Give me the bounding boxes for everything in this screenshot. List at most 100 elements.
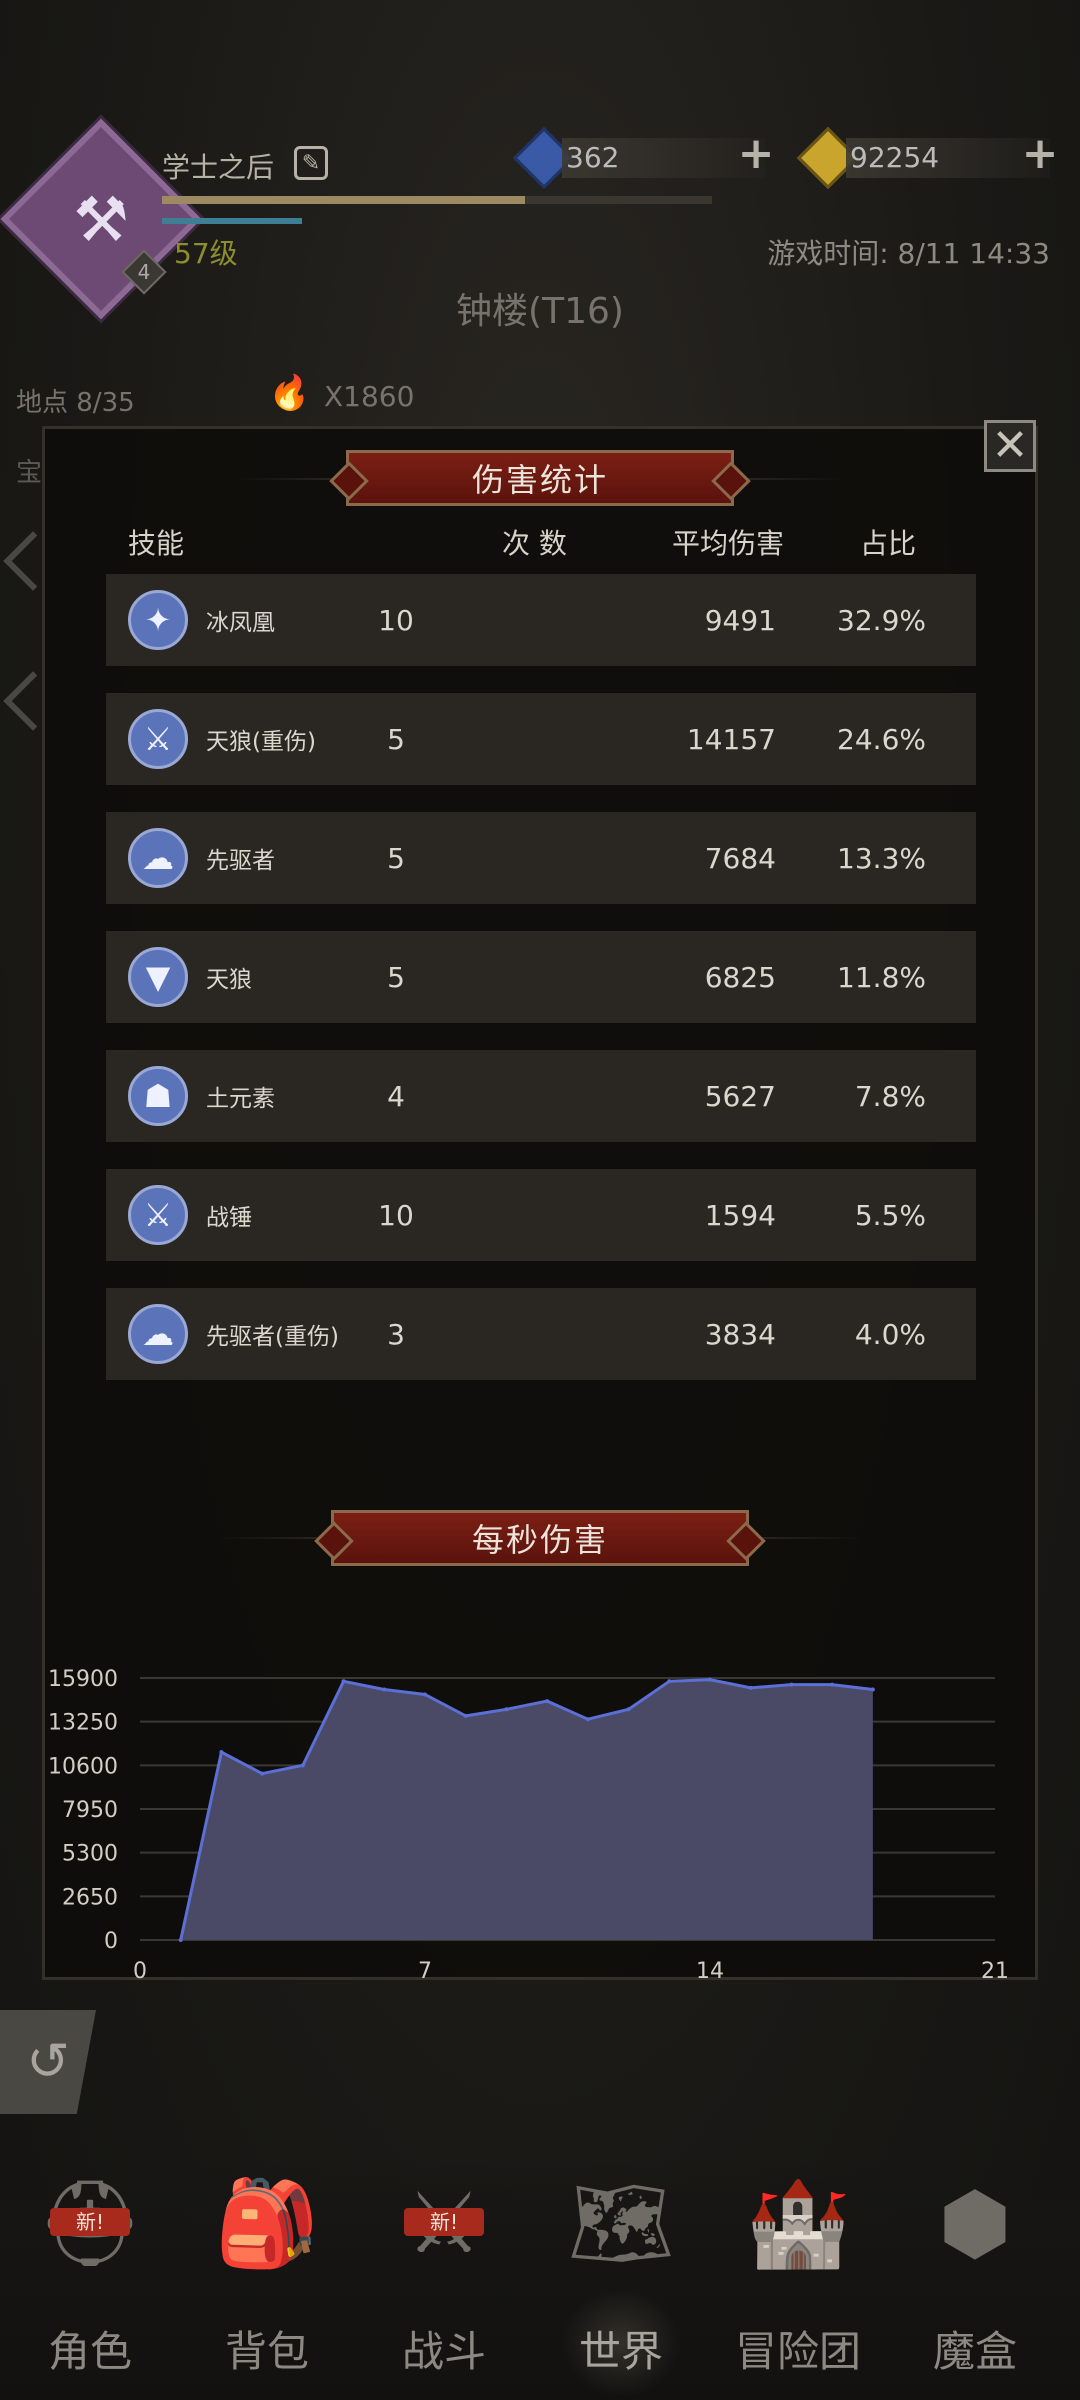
skill-percent: 4.0% (854, 1317, 926, 1351)
y-tick-label: 13250 (48, 1711, 118, 1736)
edit-name-icon[interactable]: ✎ (294, 146, 328, 180)
waypoint-count: 地点 8/35 (16, 388, 135, 418)
x-tick-label: 0 (133, 1959, 147, 1984)
skill-percent: 7.8% (854, 1079, 926, 1113)
skill-count: 10 (378, 1198, 414, 1232)
skill-row: ⚔ 天狼(重伤) 5 14157 24.6% (106, 693, 976, 785)
map-icon: 🗺 (567, 2173, 675, 2272)
y-tick-label: 10600 (48, 1754, 118, 1779)
skill-percent: 13.3% (837, 841, 926, 875)
skill-count: 5 (387, 722, 405, 756)
nav-label: 背包 (224, 2327, 309, 2376)
y-tick-label: 5300 (62, 1842, 118, 1867)
player-level: 57级 (174, 237, 238, 270)
earth-elemental-icon: ☗ (128, 1066, 188, 1126)
dps-point (789, 1682, 794, 1687)
dps-point (178, 1938, 183, 1942)
new-badge: 新! (404, 2208, 484, 2236)
game-time: 游戏时间: 8/11 14:33 (767, 237, 1050, 270)
dps-point (545, 1699, 550, 1704)
dps-point (300, 1763, 305, 1768)
close-icon: ✕ (991, 420, 1029, 471)
experience-fill (162, 196, 525, 204)
add-gold-button[interactable]: + (1020, 132, 1060, 176)
nav-item-3[interactable]: 🗺 世界 (541, 2168, 701, 2398)
skill-avg-damage: 9491 (704, 603, 776, 637)
skill-name: 土元素 (206, 1086, 275, 1112)
experience-bar (162, 196, 712, 204)
nav-label: 角色 (47, 2327, 132, 2376)
header-avg-damage: 平均伤害 (672, 527, 785, 560)
skill-name: 战锤 (206, 1205, 252, 1231)
torch-count: X1860 (324, 380, 415, 413)
header-count: 次 数 (502, 527, 567, 560)
dps-point (585, 1717, 590, 1722)
fangs-icon: ▼ (128, 947, 188, 1007)
skill-row: ▼ 天狼 5 6825 11.8% (106, 931, 976, 1023)
dps-point (626, 1707, 631, 1712)
y-tick-label: 0 (104, 1929, 118, 1954)
x-tick-label: 14 (696, 1959, 724, 1984)
sword-icon: ⚔ (128, 1185, 188, 1245)
header-skill: 技能 (128, 527, 185, 560)
skill-avg-damage: 3834 (704, 1317, 776, 1351)
nav-item-1[interactable]: 🎒 背包 (187, 2168, 347, 2398)
dps-point (260, 1771, 265, 1776)
y-tick-label: 7950 (62, 1798, 118, 1823)
close-button[interactable]: ✕ (984, 420, 1036, 472)
header-percent: 占比 (860, 527, 917, 560)
skill-avg-damage: 7684 (704, 841, 776, 875)
skill-percent: 11.8% (837, 960, 926, 994)
skill-name: 天狼(重伤) (206, 729, 316, 755)
location-title: 钟楼(T16) (456, 291, 624, 332)
skill-percent: 32.9% (837, 603, 926, 637)
dps-point (870, 1687, 875, 1692)
y-tick-label: 15900 (48, 1667, 118, 1692)
skill-avg-damage: 6825 (704, 960, 776, 994)
skill-count: 10 (378, 603, 414, 637)
dps-title: 每秒伤害 (331, 1510, 749, 1566)
background-label: 宝 (16, 458, 43, 488)
x-tick-label: 21 (981, 1959, 1009, 1984)
nav-label: 战斗 (401, 2327, 486, 2376)
dps-point (708, 1677, 712, 1682)
skill-count: 4 (387, 1079, 405, 1113)
backpack-icon: 🎒 (214, 2173, 320, 2272)
secondary-progress-bar (162, 218, 302, 224)
back-arrow-icon: ↺ (26, 2032, 70, 2092)
skill-row: ✦ 冰凤凰 10 9491 32.9% (106, 574, 976, 666)
cube-icon: ⬢ (938, 2174, 1012, 2272)
mushroom-cloud-icon: ☁ (128, 828, 188, 888)
dps-point (667, 1679, 672, 1684)
mushroom-cloud-icon: ☁ (128, 1304, 188, 1364)
dps-point (341, 1679, 346, 1684)
skill-name: 先驱者 (206, 848, 275, 874)
skill-percent: 24.6% (837, 722, 926, 756)
skill-name: 天狼 (206, 967, 252, 993)
nav-item-0[interactable]: ⛑角色新! (10, 2168, 170, 2398)
bird-icon: ✦ (128, 590, 188, 650)
dps-area (180, 1679, 873, 1940)
add-gems-button[interactable]: + (736, 132, 776, 176)
damage-stats-title: 伤害统计 (346, 450, 734, 506)
dps-point (748, 1685, 753, 1690)
new-badge: 新! (50, 2208, 130, 2236)
dps-point (463, 1713, 468, 1718)
nav-label: 魔盒 (932, 2327, 1017, 2376)
skill-avg-damage: 14157 (686, 722, 776, 756)
skill-row: ⚔ 战锤 10 1594 5.5% (106, 1169, 976, 1261)
nav-item-5[interactable]: ⬢ 魔盒 (895, 2168, 1055, 2398)
dps-point (382, 1687, 387, 1692)
player-name: 学士之后 (162, 151, 275, 184)
sword-icon: ⚔ (128, 709, 188, 769)
skill-row: ☁ 先驱者(重伤) 3 3834 4.0% (106, 1288, 976, 1380)
dps-point (219, 1750, 224, 1755)
x-tick-label: 7 (418, 1959, 432, 1984)
nav-label: 世界 (578, 2327, 663, 2376)
nav-item-4[interactable]: 🏰 冒险团 (718, 2168, 878, 2398)
nav-item-2[interactable]: ⚔战斗新! (364, 2168, 524, 2398)
skill-count: 3 (387, 1317, 405, 1351)
skill-row: ☗ 土元素 4 5627 7.8% (106, 1050, 976, 1142)
castle-icon: 🏰 (745, 2173, 851, 2272)
skill-count: 5 (387, 960, 405, 994)
